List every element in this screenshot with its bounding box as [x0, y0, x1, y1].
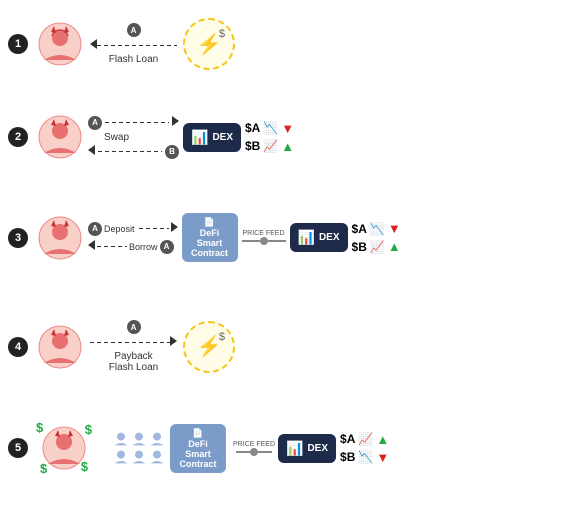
step-4-row: 4 A Payback Flash Loan	[0, 320, 580, 373]
step-4-avatar	[36, 323, 84, 371]
step-3-number: 3	[0, 228, 36, 248]
step-3-pricefeed: PRICE FEED	[242, 230, 286, 245]
step-3-defi: 📄 DeFi Smart Contract	[182, 213, 238, 262]
step-4-number: 4	[0, 337, 36, 357]
step-5-avatar: $ $ $ $	[36, 420, 92, 476]
step-3-avatar	[36, 214, 84, 262]
step-2-row: 2 A Swap B	[0, 113, 580, 161]
step-4-arrow-area: A Payback Flash Loan	[90, 320, 177, 373]
step-4-flash-icon: ⚡ $	[183, 321, 235, 373]
step-5-defi: 📄 DeFi Smart Contract	[170, 424, 226, 473]
step-3-arrows: A Deposit Borrow A	[88, 222, 178, 254]
step-5-pricefeed: PRICE FEED	[233, 441, 275, 456]
step-1-avatar	[36, 20, 84, 68]
step-1-row: 1 A Flash Loan	[0, 18, 580, 70]
step-2-number: 2	[0, 127, 36, 147]
step-5-number: 5	[0, 438, 36, 458]
step-5-user-group	[112, 431, 166, 465]
step-2-avatar	[36, 113, 84, 161]
step-2-label: Swap	[104, 132, 129, 143]
step-3-prices: $A 📉 ▼ $B 📈 ▲	[352, 221, 401, 254]
flash-loan-diagram: 1 A Flash Loan	[0, 0, 580, 515]
step-1-badge-a: A	[127, 23, 141, 37]
step-3-row: 3 A Deposit Borrow A	[0, 213, 580, 262]
step-5-dex: 📊 DEX	[278, 434, 336, 463]
step-1-number: 1	[0, 34, 36, 54]
step-1-flash-icon: ⚡ $	[183, 18, 235, 70]
step-1-arrow-area: A Flash Loan	[90, 23, 177, 65]
step-1-label: Flash Loan	[109, 54, 158, 65]
step-3-dex: 📊 DEX	[290, 223, 348, 252]
step-4-label: Payback Flash Loan	[109, 351, 158, 373]
step-5-row: 5 $ $ $ $ 📄	[0, 420, 580, 476]
step-5-prices: $A 📈 ▲ $B 📉 ▼	[340, 432, 389, 465]
step-2-arrow-area: A Swap B	[88, 116, 179, 159]
step-2-dex: 📊 DEX	[183, 123, 241, 152]
step-1-arrow	[90, 39, 177, 52]
step-2-prices: $A 📉 ▼ $B 📈 ▲	[245, 121, 294, 154]
